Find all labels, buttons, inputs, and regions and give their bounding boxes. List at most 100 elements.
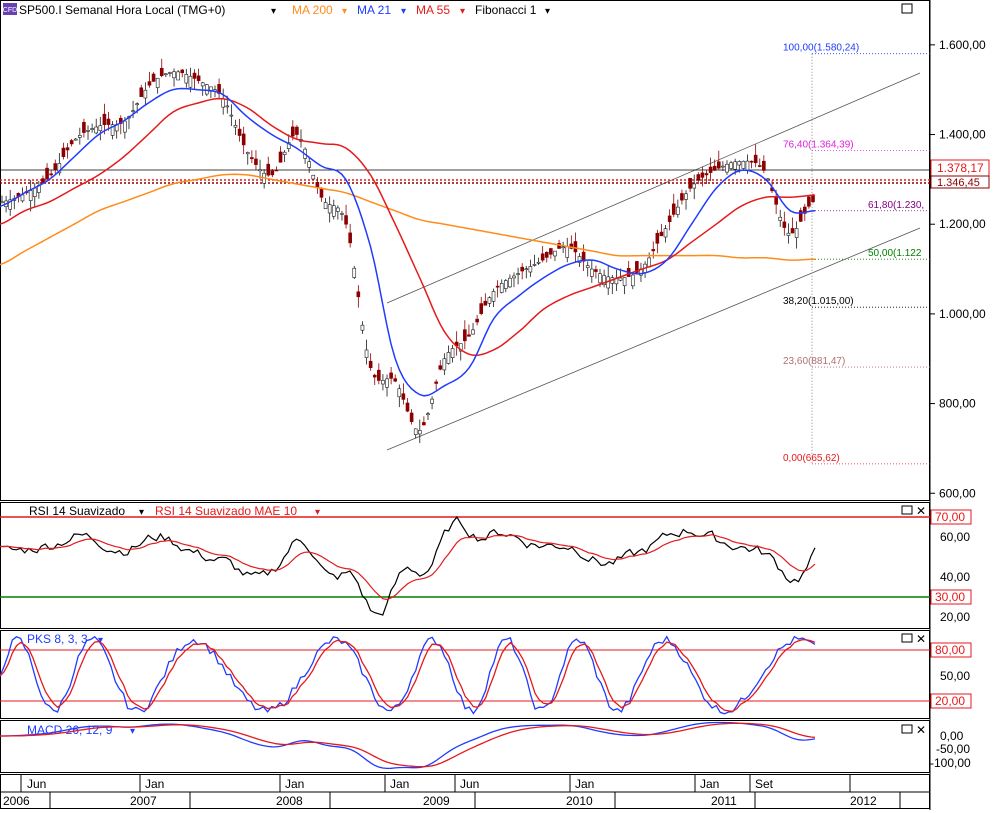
candle-body [413, 428, 418, 435]
candle-body [90, 128, 94, 130]
candle-body [233, 124, 238, 128]
candle-body [356, 291, 361, 298]
price-header: CFD SP500.I Semanal Hora Local (TMG+0) ▾… [3, 3, 913, 17]
trading-chart: CFD SP500.I Semanal Hora Local (TMG+0) ▾… [0, 0, 998, 810]
fibonacci-level-label: 61,80(1.230, [868, 200, 924, 211]
candle-body [139, 87, 144, 97]
candle-body [102, 113, 107, 125]
stoch-close-icon[interactable]: ✕ [916, 632, 926, 646]
candle-body [348, 232, 352, 244]
last-price-text: 1.378,17 [937, 161, 984, 175]
candle-body [434, 381, 438, 384]
candle-body [32, 187, 37, 197]
maximize-price-panel-icon[interactable] [901, 3, 913, 14]
candle-body [340, 213, 344, 215]
price-tick-label: 800,00 [939, 397, 976, 411]
candle-body [561, 246, 565, 249]
price-tick-label: 1.400,00 [939, 128, 986, 142]
candle-body [180, 69, 185, 74]
rsi-maximize-icon[interactable] [901, 505, 913, 515]
candle-body [405, 402, 410, 412]
candle-body [524, 268, 529, 271]
symbol-title[interactable]: SP500.I Semanal Hora Local (TMG+0) [19, 3, 225, 17]
candle-body [53, 163, 58, 170]
time-axis: Jun Jan Jan Jan Jun Jan Jan Set 2006 2007 2008 2009… [0, 775, 930, 809]
chart-canvas: CFD SP500.I Semanal Hora Local (TMG+0) ▾… [0, 0, 990, 810]
price-panel-frame [0, 0, 930, 501]
candle-body [49, 173, 53, 176]
candle-body [278, 151, 283, 163]
candle-body [389, 372, 393, 379]
candle-body [98, 125, 103, 132]
ma21-label[interactable]: MA 21 [357, 3, 391, 17]
fibonacci-level-label: 76,40(1.364,39) [783, 139, 854, 150]
macd-close-icon[interactable]: ✕ [916, 723, 926, 737]
candle-body [487, 297, 492, 304]
candle-body [360, 324, 365, 331]
candle-body [544, 252, 549, 258]
ma55-label[interactable]: MA 55 [416, 3, 450, 17]
candle-body [532, 264, 537, 266]
candle-body [786, 232, 791, 236]
macd-maximize-icon[interactable] [901, 724, 913, 734]
rsi-title[interactable]: RSI 14 Suavizado [29, 504, 125, 518]
candle-body [282, 151, 287, 155]
macd-panel-frame [0, 720, 930, 773]
ma200-dropdown-icon[interactable]: ▾ [342, 6, 347, 17]
candle-body [336, 207, 340, 212]
candle-body [729, 162, 733, 169]
candle-body [651, 249, 656, 252]
fibonacci-label[interactable]: Fibonacci 1 [475, 3, 537, 17]
prev-price-text: 1.346,45 [937, 177, 980, 189]
candle-body [745, 160, 750, 171]
macd-line [0, 721, 816, 770]
time-month-label: Jan [575, 777, 594, 791]
candle-body [794, 228, 799, 238]
time-month-label: Jan [145, 777, 164, 791]
time-year-label: 2011 [711, 794, 737, 808]
stoch-80-label: 80,00 [935, 643, 965, 657]
rsi-close-icon[interactable]: ✕ [916, 504, 926, 518]
candle-body [422, 422, 426, 426]
candle-body [700, 172, 705, 178]
candle-body [229, 114, 234, 117]
ma21-dropdown-icon[interactable]: ▾ [401, 6, 406, 17]
fibonacci-dropdown-icon[interactable]: ▾ [545, 6, 550, 17]
candle-body [291, 126, 295, 137]
fibonacci-levels: 100,00(1.580,24) 76,40(1.364,39) 61,80(1.2… [783, 43, 930, 465]
candle-body [377, 369, 381, 381]
candle-body [516, 273, 520, 275]
stoch-title[interactable]: PKS 8, 3, 3 [27, 632, 88, 646]
candle-body [463, 329, 467, 342]
candle-body [409, 412, 414, 422]
macd-tick-0: 0,00 [940, 729, 964, 743]
stoch-maximize-icon[interactable] [901, 633, 913, 643]
price-labels: 1.378,17 1.346,45 [930, 159, 990, 189]
ma55-dropdown-icon[interactable]: ▾ [460, 6, 465, 17]
candle-body [442, 358, 447, 371]
candle-body [565, 246, 570, 258]
candle-body [172, 71, 176, 79]
candle-body [667, 215, 672, 223]
candle-body [704, 173, 709, 176]
candle-body [86, 130, 90, 132]
candle-body [155, 77, 160, 88]
candle-body [397, 388, 402, 398]
symbol-dropdown-icon[interactable]: ▾ [271, 6, 276, 17]
candle-body [540, 253, 545, 261]
candle-body [708, 166, 713, 173]
candle-body [508, 277, 512, 288]
candle-body [135, 103, 139, 105]
candle-body [630, 274, 635, 287]
price-tick-label: 1.000,00 [939, 307, 986, 321]
candle-body [659, 231, 664, 237]
candle-body [270, 170, 275, 176]
candle-body [94, 126, 99, 134]
candle-body [688, 177, 692, 189]
rsi-mae-title[interactable]: RSI 14 Suavizado MAE 10 [155, 504, 297, 518]
candle-body [159, 67, 164, 76]
candle-body [295, 126, 299, 135]
candle-body [528, 266, 533, 273]
candle-body [757, 165, 762, 167]
ma200-label[interactable]: MA 200 [292, 3, 333, 17]
